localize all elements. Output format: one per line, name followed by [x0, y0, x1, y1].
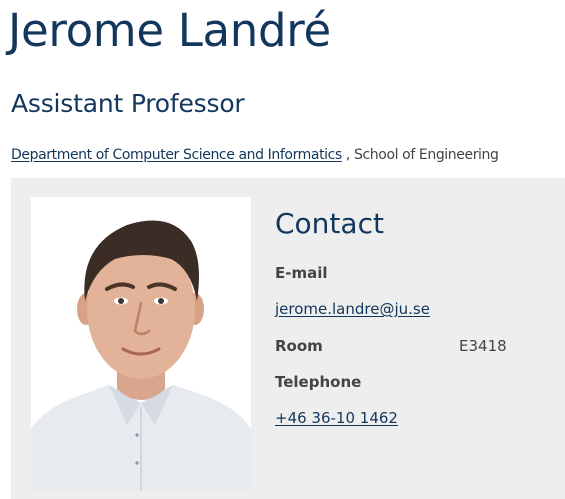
room-value: E3418	[459, 337, 507, 355]
page-title: Jerome Landré	[8, 4, 331, 57]
profile-photo	[31, 197, 251, 490]
school-text: , School of Engineering	[341, 147, 499, 163]
telephone-label: Telephone	[275, 373, 362, 391]
room-label: Room	[275, 337, 323, 355]
email-link[interactable]: jerome.landre@ju.se	[275, 298, 430, 320]
telephone-link[interactable]: +46 36-10 1462	[275, 407, 398, 429]
profile-photo-illustration	[31, 197, 251, 490]
contact-panel: Contact E-mail jerome.landre@ju.se Room …	[11, 178, 565, 499]
email-label: E-mail	[275, 264, 328, 282]
contact-heading: Contact	[275, 207, 384, 240]
job-title: Assistant Professor	[11, 89, 245, 118]
department-link[interactable]: Department of Computer Science and Infor…	[11, 147, 342, 163]
affiliation: Department of Computer Science and Infor…	[11, 144, 499, 166]
